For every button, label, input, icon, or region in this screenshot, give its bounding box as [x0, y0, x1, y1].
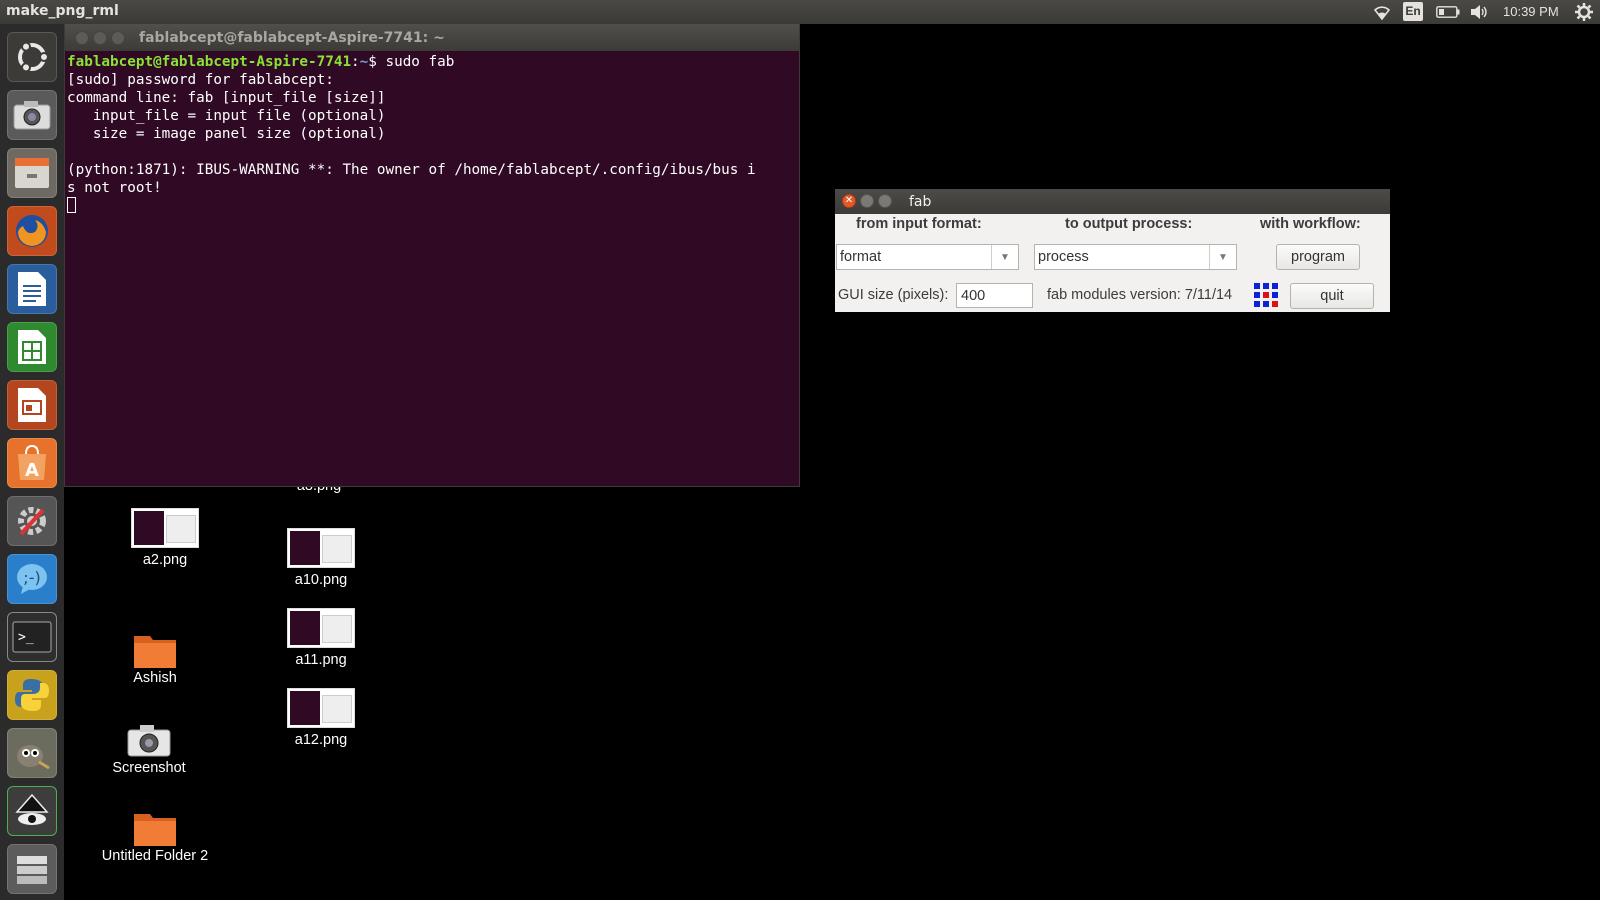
svg-text:;-): ;-) — [23, 568, 40, 587]
terminal-line: s not root! — [67, 180, 162, 196]
terminal-command: sudo fab — [385, 54, 455, 70]
libreoffice-impress-icon[interactable] — [7, 380, 57, 430]
desktop-icon-screenshot[interactable]: Screenshot — [94, 722, 204, 776]
inkscape-icon[interactable] — [7, 786, 57, 836]
terminal-titlebar[interactable]: fablabcept@fablabcept-Aspire-7741: ~ — [65, 24, 799, 51]
fab-window[interactable]: ✕ fab from input format: to output proce… — [835, 189, 1390, 312]
format-select-value: format — [840, 249, 882, 265]
wifi-icon[interactable] — [1372, 3, 1392, 21]
image-thumbnail — [287, 608, 355, 648]
minimize-icon[interactable] — [93, 31, 107, 45]
gui-size-input[interactable] — [956, 283, 1033, 308]
prompt-dollar: $ — [368, 54, 386, 70]
process-select-value: process — [1038, 249, 1089, 265]
workflow-header: with workflow: — [1260, 216, 1361, 232]
terminal-output[interactable]: fablabcept@fablabcept-Aspire-7741:~$ sud… — [65, 51, 799, 217]
active-app-title: make_png_rml — [6, 3, 119, 19]
desktop-icon-label: a2.png — [142, 552, 188, 568]
desktop-icon-label: Screenshot — [112, 760, 186, 776]
desktop-icon-a10[interactable]: a10.png — [266, 528, 376, 588]
output-process-header: to output process: — [1065, 216, 1193, 232]
fab-title: fab — [909, 194, 932, 210]
keyboard-layout-indicator[interactable]: En — [1403, 2, 1423, 21]
fab-titlebar[interactable]: ✕ fab — [835, 189, 1390, 214]
desktop-icon-label: Ashish — [133, 670, 177, 686]
chevron-down-icon[interactable]: ▼ — [991, 245, 1018, 269]
desktop-icon-label: a11.png — [295, 652, 347, 668]
desktop-icon-a11[interactable]: a11.png — [266, 608, 376, 668]
gui-size-label: GUI size (pixels): — [838, 287, 949, 303]
maximize-icon[interactable] — [111, 31, 125, 45]
software-center-icon[interactable]: A — [7, 438, 57, 488]
terminal-line: (python:1871): IBUS-WARNING **: The owne… — [67, 162, 756, 178]
ubuntu-dash-icon[interactable] — [7, 32, 57, 82]
libreoffice-calc-icon[interactable] — [7, 322, 57, 372]
folder-icon — [132, 810, 178, 846]
folder-icon — [132, 632, 178, 668]
image-thumbnail — [131, 508, 199, 548]
format-select[interactable]: format ▼ — [836, 244, 1019, 270]
terminal-title: fablabcept@fablabcept-Aspire-7741: ~ — [139, 30, 445, 46]
terminal-line: size = image panel size (optional) — [67, 126, 386, 142]
prompt-path: ~ — [359, 54, 369, 70]
process-select[interactable]: process ▼ — [1034, 244, 1237, 270]
desktop-icon-a12[interactable]: a12.png — [266, 688, 376, 748]
terminal-line: [sudo] password for fablabcept: — [67, 72, 334, 88]
close-icon[interactable]: ✕ — [842, 194, 856, 208]
volume-icon[interactable] — [1470, 4, 1490, 22]
maximize-icon[interactable] — [878, 194, 892, 208]
minimize-icon[interactable] — [860, 194, 874, 208]
system-settings-icon[interactable] — [7, 496, 57, 546]
terminal-window[interactable]: fablabcept@fablabcept-Aspire-7741: ~ fab… — [64, 24, 800, 487]
terminal-cursor — [67, 197, 76, 213]
terminal-line: input_file = input file (optional) — [67, 108, 386, 124]
clock[interactable]: 10:39 PM — [1503, 4, 1559, 22]
screenshot-app-icon[interactable] — [7, 90, 57, 140]
prompt-separator: : — [351, 54, 360, 70]
gear-icon[interactable] — [1575, 3, 1593, 21]
quit-button[interactable]: quit — [1290, 283, 1374, 309]
camera-icon — [126, 722, 172, 758]
prompt-user: fablabcept@fablabcept-Aspire-7741 — [67, 54, 352, 70]
empathy-chat-icon[interactable]: ;-) — [7, 554, 57, 604]
program-button[interactable]: program — [1276, 244, 1360, 270]
desktop-icon-ashish[interactable]: Ashish — [100, 632, 210, 686]
image-thumbnail — [287, 528, 355, 568]
files-icon[interactable] — [7, 148, 57, 198]
desktop-icon-untitled-folder-2[interactable]: Untitled Folder 2 — [85, 810, 225, 864]
desktop-icon-label: a10.png — [294, 572, 348, 588]
battery-icon[interactable] — [1436, 6, 1460, 24]
launcher: A ;-) >_ — [0, 24, 64, 900]
terminal-icon[interactable]: >_ — [7, 612, 57, 662]
desktop-icon-a2[interactable]: a2.png — [110, 508, 220, 568]
gimp-icon[interactable] — [7, 728, 57, 778]
input-format-header: from input format: — [856, 216, 982, 232]
firefox-icon[interactable] — [7, 206, 57, 256]
terminal-line: command line: fab [input_file [size]] — [67, 90, 386, 106]
image-thumbnail — [287, 688, 355, 728]
fab-logo-icon — [1253, 282, 1279, 313]
close-icon[interactable] — [75, 31, 89, 45]
svg-text:A: A — [25, 460, 39, 481]
desktop-icon-label: Untitled Folder 2 — [101, 848, 209, 864]
stacked-windows-icon[interactable] — [7, 844, 57, 894]
desktop-icon-label: a12.png — [294, 732, 348, 748]
python-icon[interactable] — [7, 670, 57, 720]
version-text: fab modules version: 7/11/14 — [1047, 287, 1233, 303]
top-panel: make_png_rml En 10:39 PM — [0, 0, 1600, 24]
chevron-down-icon[interactable]: ▼ — [1209, 245, 1236, 269]
libreoffice-writer-icon[interactable] — [7, 264, 57, 314]
svg-text:>_: >_ — [18, 630, 34, 645]
